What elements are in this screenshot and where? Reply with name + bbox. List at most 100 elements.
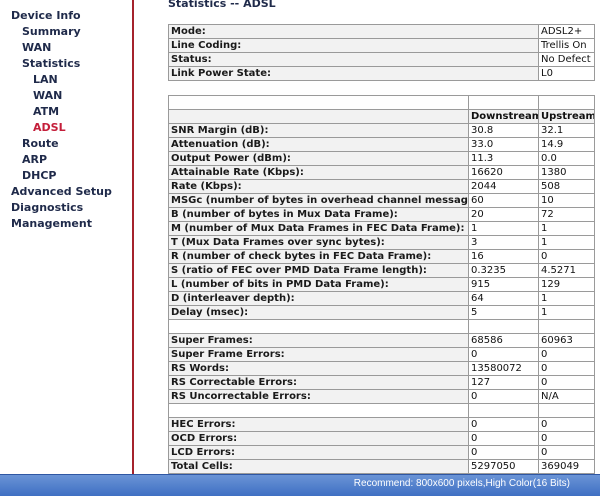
- nav-item-device-info[interactable]: Device Info: [0, 8, 132, 24]
- upstream-value: 14.9: [538, 137, 595, 152]
- upstream-value: N/A: [538, 389, 595, 404]
- downstream-value: 64: [468, 291, 539, 306]
- stats-row: Super Frames: 68586 60963: [168, 333, 595, 348]
- downstream-value: 0: [468, 445, 539, 460]
- main-content: Statistics -- ADSL Mode: ADSL2+ Line Codin…: [168, 0, 600, 474]
- stats-column-header: Upstream: [538, 109, 595, 124]
- upstream-value: 129: [538, 277, 595, 292]
- stats-row-label: Super Frames:: [168, 333, 469, 348]
- link-row-label: Mode:: [168, 24, 539, 39]
- link-row: Line Coding: Trellis On: [168, 38, 595, 53]
- downstream-value: 0: [468, 431, 539, 446]
- stats-row: Attenuation (dB): 33.0 14.9: [168, 137, 595, 152]
- upstream-value: 1: [538, 305, 595, 320]
- nav-item-statistics[interactable]: Statistics: [0, 56, 132, 72]
- spacer-row: [168, 319, 595, 334]
- spacer-cell: [538, 403, 595, 418]
- page-title: Statistics -- ADSL: [168, 0, 276, 10]
- spacer-cell: [468, 319, 539, 334]
- downstream-value: 2044: [468, 179, 539, 194]
- downstream-value: 915: [468, 277, 539, 292]
- stats-row: Attainable Rate (Kbps): 16620 1380: [168, 165, 595, 180]
- spacer-cell: [168, 403, 469, 418]
- stats-row: RS Words: 13580072 0: [168, 361, 595, 376]
- nav-item-dhcp[interactable]: DHCP: [0, 168, 132, 184]
- spacer-cell: [168, 95, 469, 110]
- nav-item-management[interactable]: Management: [0, 216, 132, 232]
- upstream-value: 0: [538, 361, 595, 376]
- stats-row: LCD Errors: 0 0: [168, 445, 595, 460]
- nav-item-advanced-setup[interactable]: Advanced Setup: [0, 184, 132, 200]
- link-row-value: No Defect: [538, 52, 595, 67]
- downstream-value: 16: [468, 249, 539, 264]
- stats-row: Delay (msec): 5 1: [168, 305, 595, 320]
- upstream-value: 4.5271: [538, 263, 595, 278]
- sidebar-nav: Device Info Summary WAN Statistics LAN WAN ATM…: [0, 0, 132, 232]
- stats-row-label: T (Mux Data Frames over sync bytes):: [168, 235, 469, 250]
- upstream-value: 72: [538, 207, 595, 222]
- nav-item-wan[interactable]: WAN: [0, 40, 132, 56]
- spacer-cell: [468, 95, 539, 110]
- upstream-value: 0: [538, 445, 595, 460]
- stats-row: T (Mux Data Frames over sync bytes): 3 1: [168, 235, 595, 250]
- stats-row: M (number of Mux Data Frames in FEC Data…: [168, 221, 595, 236]
- downstream-value: 13580072: [468, 361, 539, 376]
- stats-row-label: B (number of bytes in Mux Data Frame):: [168, 207, 469, 222]
- downstream-value: 33.0: [468, 137, 539, 152]
- stats-row-label: Delay (msec):: [168, 305, 469, 320]
- stats-row-label: RS Correctable Errors:: [168, 375, 469, 390]
- stats-row-label: RS Uncorrectable Errors:: [168, 389, 469, 404]
- link-row-value: ADSL2+: [538, 24, 595, 39]
- nav-item-diagnostics[interactable]: Diagnostics: [0, 200, 132, 216]
- stats-row: MSGc (number of bytes in overhead channe…: [168, 193, 595, 208]
- stats-row-label: MSGc (number of bytes in overhead channe…: [168, 193, 469, 208]
- downstream-value: 68586: [468, 333, 539, 348]
- stats-row: RS Correctable Errors: 127 0: [168, 375, 595, 390]
- stats-row-label: Output Power (dBm):: [168, 151, 469, 166]
- stats-row: B (number of bytes in Mux Data Frame): 20…: [168, 207, 595, 222]
- stats-row: RS Uncorrectable Errors: 0 N/A: [168, 389, 595, 404]
- link-status-table: Mode: ADSL2+ Line Coding: Trellis On Status:…: [168, 24, 595, 81]
- downstream-value: 0.3235: [468, 263, 539, 278]
- downstream-value: 30.8: [468, 123, 539, 138]
- stats-row-label: RS Words:: [168, 361, 469, 376]
- stats-row: S (ratio of FEC over PMD Data Frame leng…: [168, 263, 595, 278]
- downstream-value: 0: [468, 417, 539, 432]
- stats-row-label: S (ratio of FEC over PMD Data Frame leng…: [168, 263, 469, 278]
- stats-row-label: HEC Errors:: [168, 417, 469, 432]
- stats-row: L (number of bits in PMD Data Frame): 915…: [168, 277, 595, 292]
- downstream-value: 11.3: [468, 151, 539, 166]
- spacer-cell: [538, 95, 595, 110]
- stats-row: Rate (Kbps): 2044 508: [168, 179, 595, 194]
- stats-row: HEC Errors: 0 0: [168, 417, 595, 432]
- nav-item-route[interactable]: Route: [0, 136, 132, 152]
- nav-item-atm[interactable]: ATM: [0, 104, 132, 120]
- stats-column-header: [168, 109, 469, 124]
- stats-row: D (interleaver depth): 64 1: [168, 291, 595, 306]
- nav-item-wan[interactable]: WAN: [0, 88, 132, 104]
- stats-column-header: Downstream: [468, 109, 539, 124]
- upstream-value: 508: [538, 179, 595, 194]
- stats-row-label: R (number of check bytes in FEC Data Fra…: [168, 249, 469, 264]
- stats-row: SNR Margin (dB): 30.8 32.1: [168, 123, 595, 138]
- spacer-row: [168, 95, 595, 110]
- sidebar: Device Info Summary WAN Statistics LAN WAN ATM…: [0, 0, 134, 474]
- nav-item-lan[interactable]: LAN: [0, 72, 132, 88]
- spacer-row: [168, 403, 595, 418]
- stats-row-label: Attenuation (dB):: [168, 137, 469, 152]
- link-row-label: Status:: [168, 52, 539, 67]
- downstream-value: 60: [468, 193, 539, 208]
- nav-item-summary[interactable]: Summary: [0, 24, 132, 40]
- link-row-value: Trellis On: [538, 38, 595, 53]
- stats-row: Total Cells: 5297050 369049: [168, 459, 595, 474]
- nav-item-arp[interactable]: ARP: [0, 152, 132, 168]
- upstream-value: 0: [538, 431, 595, 446]
- link-row: Mode: ADSL2+: [168, 24, 595, 39]
- downstream-value: 0: [468, 347, 539, 362]
- stats-row-label: Rate (Kbps):: [168, 179, 469, 194]
- stats-row: R (number of check bytes in FEC Data Fra…: [168, 249, 595, 264]
- downstream-value: 20: [468, 207, 539, 222]
- nav-item-adsl[interactable]: ADSL: [0, 120, 132, 136]
- downstream-value: 16620: [468, 165, 539, 180]
- link-row-label: Link Power State:: [168, 66, 539, 81]
